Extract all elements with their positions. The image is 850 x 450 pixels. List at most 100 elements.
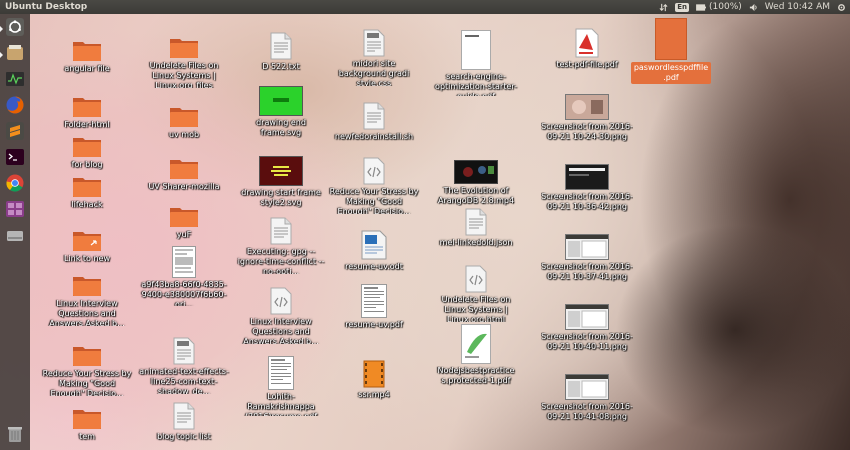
desktop-item[interactable]: Undelete Files on Linux Systems | Linux.… <box>138 28 230 88</box>
pdf-file-icon <box>361 284 387 318</box>
screenshot-thumbnail-icon <box>565 156 609 190</box>
desktop-item-label: animated-text-effects-line25-com-text-sh… <box>139 366 229 394</box>
desktop-item-label: Linux Interview Questions and Answers As… <box>49 298 125 326</box>
folder-icon <box>169 28 199 59</box>
folder-icon <box>169 146 199 180</box>
desktop-item[interactable]: The Evolution of ArangoDB 2.8.mp4 <box>430 150 522 210</box>
desktop-item-label: tem <box>79 432 95 441</box>
desktop-item[interactable]: test-pdf-file.pdf <box>541 24 633 84</box>
session-menu[interactable] <box>837 3 846 12</box>
desktop-item[interactable]: animated-text-effects-line25-com-text-sh… <box>138 334 230 394</box>
pdf-file-icon <box>461 324 491 364</box>
keyboard-layout-indicator[interactable]: En <box>675 2 690 12</box>
desktop-item[interactable]: drawing start frame style2.svg <box>235 152 327 212</box>
desktop-item[interactable]: a9f43ba8-66f0-4835-9400-e380007f6b60-ori… <box>138 246 230 306</box>
desktop-item-label: paswordlesspdffile.pdf <box>631 62 711 84</box>
launcher-dash-button[interactable] <box>0 18 27 40</box>
desktop-item[interactable]: Lohith-Ramakrishnappa (2016)resume.pdf <box>235 356 327 416</box>
desktop-item-label: Screenshot from 2016-09-21 10-40-11.png <box>541 332 633 351</box>
pdf-file-icon <box>461 30 491 70</box>
desktop-item[interactable]: angular file <box>41 28 133 88</box>
desktop-item[interactable]: Executing: gpg --ignore-time-conflict --… <box>235 214 327 274</box>
launcher-firefox-icon <box>5 95 25 119</box>
desktop-item-label: Lohith-Ramakrishnappa (2016)resume.pdf <box>245 392 317 416</box>
desktop-item[interactable]: yuF <box>138 194 230 254</box>
desktop-item[interactable]: ssr.mp4 <box>328 354 420 414</box>
folder-link-icon <box>72 218 102 252</box>
desktop-item[interactable]: Screenshot from 2016-09-21 10-24-30.png <box>541 86 633 146</box>
network-arrows-icon <box>659 3 668 11</box>
desktop-item-label: Executing: gpg --ignore-time-conflict --… <box>237 246 325 274</box>
desktop-item-label: Nodejsbestpractice s.protected-1.pdf <box>437 366 515 385</box>
battery-percent: (100%) <box>709 2 742 12</box>
desktop-item-label: angular file <box>64 64 110 73</box>
desktop-item[interactable]: newfedorainstall.sh <box>328 96 420 156</box>
desktop-item[interactable]: uv mob <box>138 94 230 154</box>
desktop-item[interactable]: blog topic list <box>138 396 230 450</box>
desktop-item[interactable]: drawing end frame.svg <box>235 82 327 142</box>
launcher-sublime-button[interactable] <box>3 122 27 144</box>
launcher-files-icon <box>5 43 25 67</box>
launcher-firefox-button[interactable] <box>3 96 27 118</box>
active-window-title: Ubuntu Desktop <box>5 2 88 12</box>
document-file-icon <box>361 226 387 260</box>
desktop-item-label: Undelete Files on Linux Systems | Linux.… <box>441 294 511 322</box>
volume-indicator[interactable] <box>749 3 758 12</box>
battery-indicator[interactable]: (100%) <box>696 0 742 14</box>
desktop-item-label: Link to new <box>63 254 111 263</box>
desktop-item[interactable]: resume-uv.odt <box>328 226 420 286</box>
clock-text: Wed 10:42 AM <box>764 2 830 12</box>
desktop-item-label: drawing end frame.svg <box>256 118 306 137</box>
folder-icon <box>72 266 102 297</box>
desktop-item[interactable]: Reduce Your Stress by Making "Good Enoug… <box>41 336 133 396</box>
launcher-terminal-button[interactable] <box>3 148 27 170</box>
desktop-item[interactable]: Screenshot from 2016-09-21 10-40-11.png <box>541 296 633 356</box>
desktop-item[interactable]: Nodejsbestpractice s.protected-1.pdf <box>430 324 522 390</box>
folder-icon <box>72 164 102 198</box>
desktop-item[interactable]: paswordlesspdffile.pdf <box>625 18 717 86</box>
desktop-item[interactable]: lifehack <box>41 164 133 224</box>
screenshot-thumbnail-icon <box>565 366 609 400</box>
desktop-item[interactable]: D 522.txt <box>235 26 327 86</box>
desktop-item[interactable]: Screenshot from 2016-09-21 10-41-08.png <box>541 366 633 426</box>
css-file-icon <box>173 334 195 365</box>
folder-icon <box>72 396 102 430</box>
desktop-item[interactable]: search-engine-optimization-starter-guide… <box>430 30 522 96</box>
screenshot-thumbnail-icon <box>565 226 609 260</box>
launcher-trash-button[interactable] <box>3 425 27 447</box>
launcher-drive-button[interactable] <box>3 226 27 248</box>
network-indicator[interactable] <box>659 3 668 12</box>
video-file-icon <box>363 354 385 388</box>
launcher-chrome-button[interactable] <box>3 174 27 196</box>
desktop-item[interactable]: Screenshot from 2016-09-21 10-36-42.png <box>541 156 633 216</box>
desktop-item[interactable]: tem <box>41 396 133 450</box>
launcher-chrome-icon <box>5 173 25 197</box>
desktop-item[interactable]: resume-uv.pdf <box>328 284 420 344</box>
desktop-item-label: Screenshot from 2016-09-21 10-37-41.png <box>541 262 633 281</box>
desktop-item[interactable]: Undelete Files on Linux Systems | Linux.… <box>430 262 522 322</box>
desktop-item-label: yuF <box>176 230 192 239</box>
clock-indicator[interactable]: Wed 10:42 AM <box>765 0 830 14</box>
indicator-area: En (100%) Wed 10:42 AM <box>659 0 850 14</box>
launcher-trash-icon <box>5 424 25 448</box>
launcher-monitor-button[interactable] <box>3 70 27 92</box>
text-file-icon <box>363 96 385 130</box>
desktop-item-label: UV Sharer-mozilla <box>148 182 220 191</box>
desktop-item[interactable]: Screenshot from 2016-09-21 10-37-41.png <box>541 226 633 286</box>
desktop-item[interactable]: Reduce Your Stress by Making "Good Enoug… <box>328 154 420 214</box>
screenshot-thumbnail-icon <box>565 86 609 120</box>
desktop-item-label: resume-uv.odt <box>345 262 403 271</box>
desktop-item[interactable]: Linux Interview Questions and Answers As… <box>41 266 133 326</box>
gear-icon <box>838 3 845 11</box>
folder-icon <box>72 84 102 118</box>
desktop-item[interactable]: midori site background gradi style.css <box>328 26 420 86</box>
launcher-sublime-icon <box>5 121 25 145</box>
desktop-item[interactable]: mel-linkedold.json <box>430 202 522 262</box>
desktop-item-label: a9f43ba8-66f0-4835-9400-e380007f6b60-ori… <box>141 280 227 306</box>
launcher-workspaces-button[interactable] <box>3 200 27 222</box>
image-file-icon <box>172 246 196 278</box>
launcher-files-button[interactable] <box>0 43 27 67</box>
keyboard-layout-label: En <box>675 2 690 12</box>
desktop-item[interactable]: Linux Interview Questions and Answers As… <box>235 284 327 344</box>
launcher-drive-icon <box>5 225 25 249</box>
